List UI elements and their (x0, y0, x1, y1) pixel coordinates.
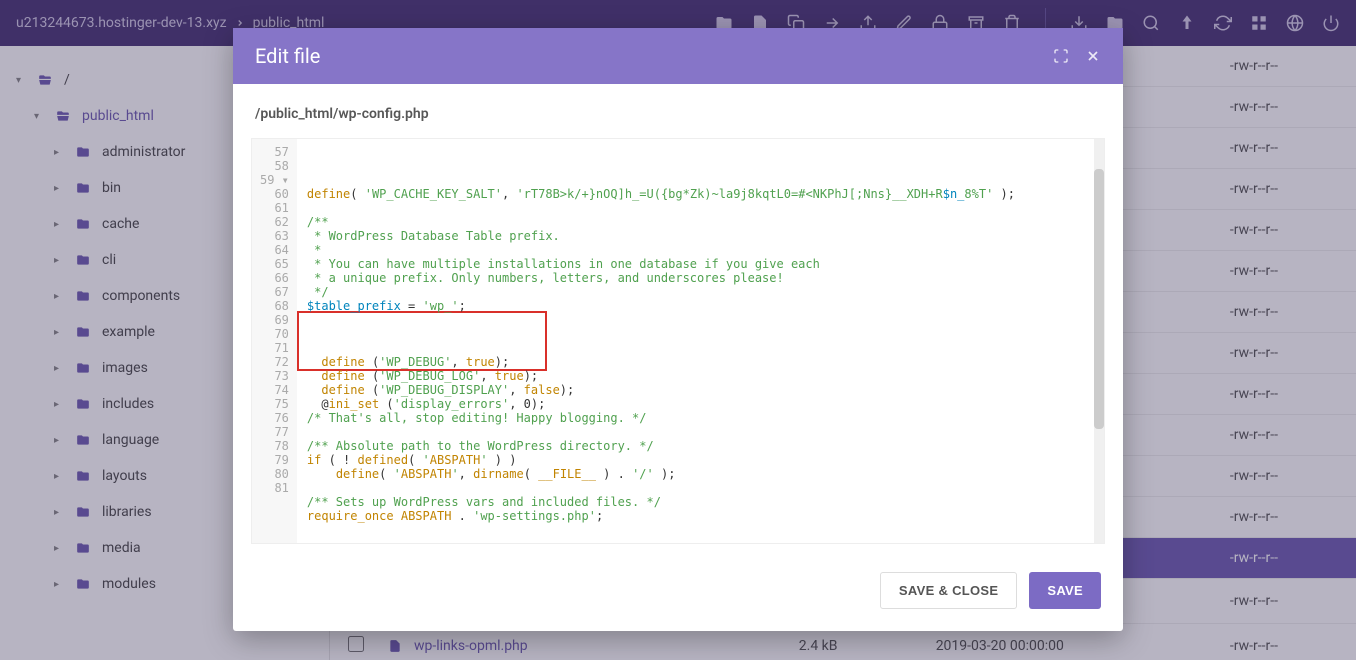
code-body[interactable]: define( 'WP_CACHE_KEY_SALT', 'rT78B>k/+}… (297, 139, 1094, 543)
modal-footer: SAVE & CLOSE SAVE (233, 554, 1123, 631)
save-button[interactable]: SAVE (1029, 572, 1101, 609)
editor-scrollbar[interactable] (1094, 139, 1104, 543)
scrollbar-thumb[interactable] (1094, 169, 1104, 429)
file-path: /public_html/wp-config.php (251, 106, 1105, 138)
save-close-button[interactable]: SAVE & CLOSE (880, 572, 1017, 609)
fullscreen-icon[interactable] (1053, 48, 1069, 64)
modal-overlay: Edit file /public_html/wp-config.php 575… (0, 0, 1356, 660)
line-gutter: 575859 ▾60616263646566676869707172737475… (252, 139, 297, 543)
close-icon[interactable] (1085, 48, 1101, 64)
modal-title: Edit file (255, 44, 1037, 68)
modal-header: Edit file (233, 28, 1123, 84)
edit-file-modal: Edit file /public_html/wp-config.php 575… (233, 28, 1123, 631)
code-editor[interactable]: 575859 ▾60616263646566676869707172737475… (251, 138, 1105, 544)
